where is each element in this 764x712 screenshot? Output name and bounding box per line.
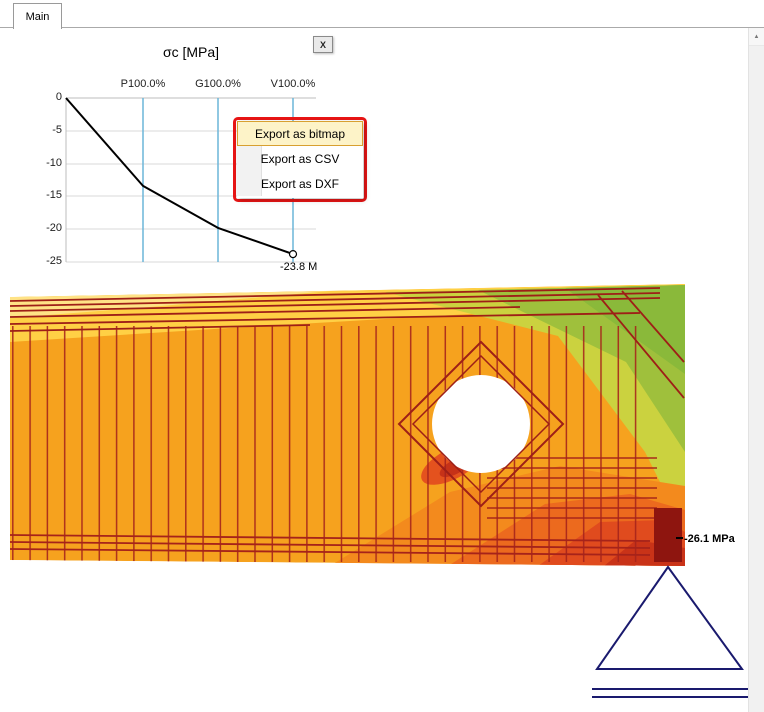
menu-icon-gutter <box>237 146 262 171</box>
stage-label-v: V100.0% <box>253 78 333 90</box>
beam-contours <box>10 284 685 566</box>
tab-strip-divider <box>0 27 764 28</box>
stage-label-g: G100.0% <box>178 78 258 90</box>
menu-item-label: Export as bitmap <box>255 127 345 141</box>
context-menu: Export as bitmap Export as CSV Export as… <box>237 121 363 198</box>
y-tick-10: -10 <box>20 157 62 169</box>
fea-contour-view[interactable]: -26.1 MPa <box>0 280 749 712</box>
support-symbol <box>592 567 748 697</box>
stirrup-rebar-grid <box>12 326 642 562</box>
y-tick-0: 0 <box>20 91 62 103</box>
min-stress-label: -26.1 MPa <box>684 533 736 545</box>
up-arrow-icon: ▲ <box>754 34 760 40</box>
menu-item-label: Export as CSV <box>261 152 340 166</box>
menu-icon-gutter <box>237 171 262 196</box>
y-tick-5: -5 <box>20 124 62 136</box>
y-tick-25: -25 <box>20 255 62 267</box>
end-point-marker <box>290 251 297 258</box>
menu-item-export-bitmap[interactable]: Export as bitmap <box>237 121 363 146</box>
y-tick-20: -20 <box>20 222 62 234</box>
tab-main-label: Main <box>26 11 50 23</box>
y-tick-15: -15 <box>20 189 62 201</box>
chart-close-button[interactable]: X <box>313 36 333 53</box>
menu-item-label: Export as DXF <box>261 177 339 191</box>
highlight-annotation-box: Export as bitmap Export as CSV Export as… <box>233 117 367 202</box>
menu-item-export-csv[interactable]: Export as CSV <box>237 146 363 171</box>
scroll-up-button[interactable]: ▲ <box>749 28 764 46</box>
bearing-plate <box>654 508 682 562</box>
stage-label-p: P100.0% <box>103 78 183 90</box>
menu-item-export-dxf[interactable]: Export as DXF <box>237 171 363 196</box>
end-value-label: -23.8 M <box>280 261 317 273</box>
tab-main[interactable]: Main <box>13 3 62 29</box>
vertical-scrollbar[interactable]: ▲ <box>748 28 764 712</box>
